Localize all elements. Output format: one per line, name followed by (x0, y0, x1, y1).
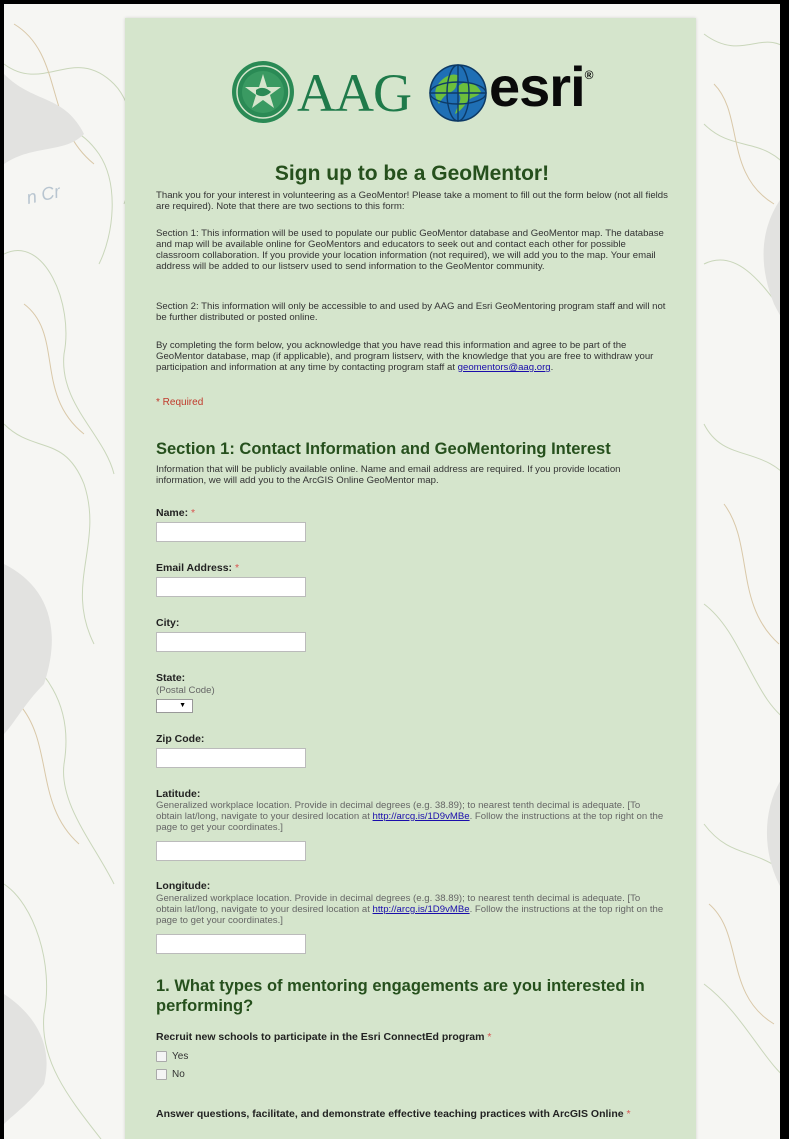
latitude-help-text: Generalized workplace location. Provide … (156, 800, 664, 833)
latitude-input[interactable] (156, 841, 306, 861)
city-input[interactable] (156, 632, 306, 652)
required-note: * Required (156, 397, 204, 408)
aag-seal-icon (232, 61, 294, 123)
latitude-label: Latitude: (156, 788, 201, 800)
aag-logo-text: AAG (297, 63, 412, 123)
zip-input[interactable] (156, 748, 306, 768)
city-label: City: (156, 617, 180, 629)
question1-item1-option-no[interactable]: No (156, 1069, 185, 1080)
longitude-label: Longitude: (156, 880, 211, 892)
signup-form: AAG esri® Sign up to be a GeoMentor! Tha… (125, 18, 696, 1139)
name-label: Name: * (156, 507, 196, 519)
intro-paragraph-2: Section 1: This information will be used… (156, 228, 664, 272)
longitude-input[interactable] (156, 934, 306, 954)
zip-label: Zip Code: (156, 733, 205, 745)
esri-globe-icon (429, 64, 487, 122)
email-input[interactable] (156, 577, 306, 597)
state-help-text: (Postal Code) (156, 685, 215, 696)
name-input[interactable] (156, 522, 306, 542)
logo-banner: AAG esri® (125, 55, 696, 128)
email-label: Email Address: * (156, 562, 240, 574)
intro-paragraph-4: By completing the form below, you acknow… (156, 340, 654, 373)
section1-description: Information that will be publicly availa… (156, 464, 621, 486)
state-select[interactable]: ▼ (156, 699, 193, 713)
state-label: State: (156, 672, 186, 684)
section1-title: Section 1: Contact Information and GeoMe… (156, 440, 611, 458)
question1-item2-label: Answer questions, facilitate, and demons… (156, 1108, 631, 1120)
window-frame: n Cr AAG esri® Sign up to be a GeoMentor… (0, 0, 789, 1139)
page-title: Sign up to be a GeoMentor! (274, 162, 550, 185)
longitude-map-link[interactable]: http://arcg.is/1D9vMBe (373, 904, 470, 915)
question1-item1-label: Recruit new schools to participate in th… (156, 1031, 492, 1043)
checkbox[interactable] (156, 1069, 167, 1080)
latitude-map-link[interactable]: http://arcg.is/1D9vMBe (373, 811, 470, 822)
intro-paragraph-3: Section 2: This information will only be… (156, 301, 666, 323)
intro-paragraph-1: Thank you for your interest in volunteer… (156, 190, 668, 212)
question1-item1-option-yes[interactable]: Yes (156, 1051, 188, 1062)
question1-title: 1. What types of mentoring engagements a… (156, 977, 645, 1015)
email-link[interactable]: geomentors@aag.org (458, 362, 551, 373)
checkbox[interactable] (156, 1051, 167, 1062)
longitude-help-text: Generalized workplace location. Provide … (156, 893, 664, 926)
esri-logo-text: esri® (489, 55, 593, 118)
